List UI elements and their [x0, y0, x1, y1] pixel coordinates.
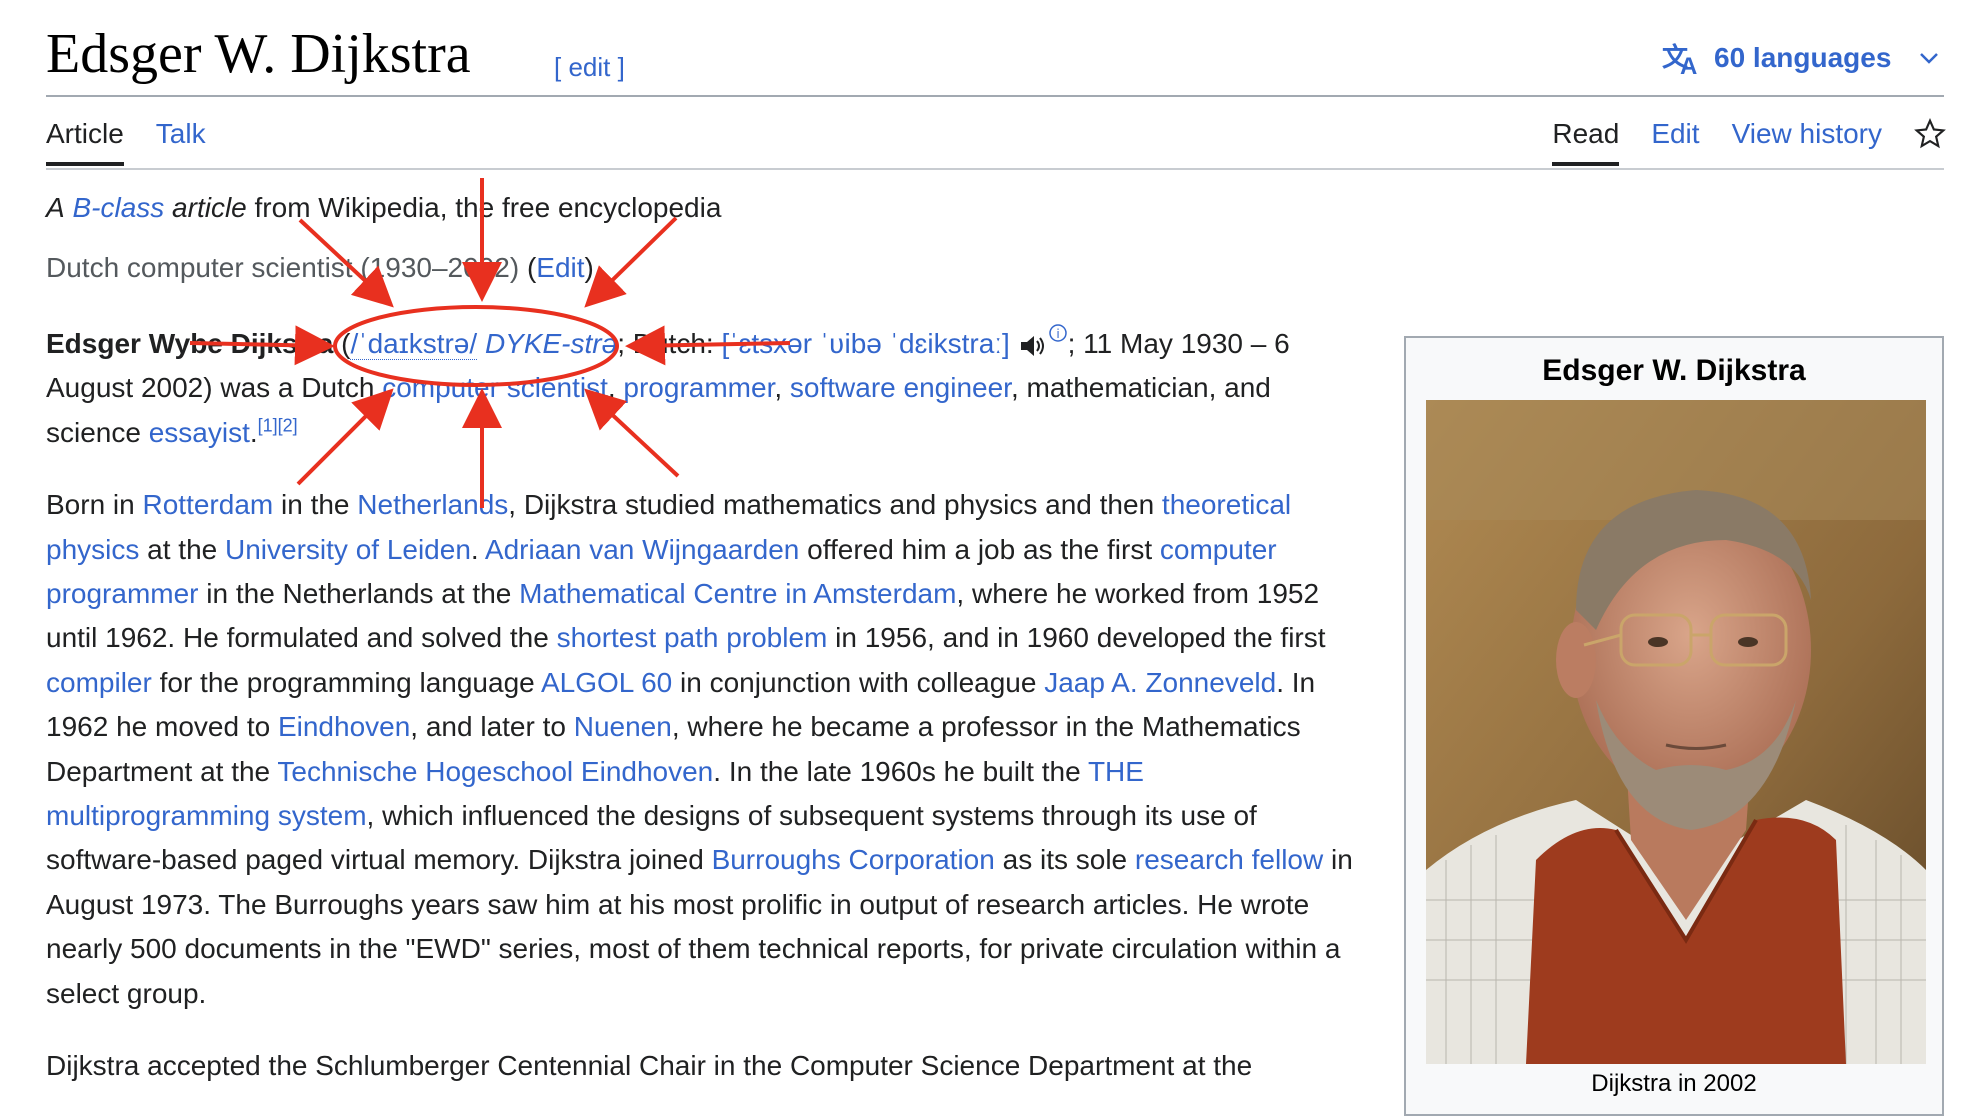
text-span: , and later to [410, 711, 566, 743]
text-span: at the [147, 533, 218, 565]
text-span: Dijkstra accepted the Schlumberger Cente… [46, 1050, 1253, 1082]
short-description: Dutch computer scientist (1930–2002) (Ed… [46, 252, 594, 284]
computer-scientist-link[interactable]: computer scientist [382, 372, 608, 403]
algol-link[interactable]: ALGOL 60 [541, 667, 672, 698]
info-icon[interactable]: i [1048, 323, 1068, 343]
leiden-link[interactable]: University of Leiden [225, 534, 471, 565]
edit-link-label: [ edit ] [554, 52, 625, 82]
chair-paragraph: Dijkstra accepted the Schlumberger Cente… [46, 1044, 1366, 1088]
portrait-illustration [1426, 400, 1926, 1064]
netherlands-link[interactable]: Netherlands [357, 489, 508, 520]
title-divider [46, 95, 1944, 97]
infobox-title: Edsger W. Dijkstra [1542, 354, 1806, 387]
wijngaarden-link[interactable]: Adriaan van Wijngaarden [485, 534, 799, 565]
compiler-link[interactable]: compiler [46, 667, 152, 698]
languages-button[interactable]: 文 A 60 languages [1662, 40, 1941, 76]
article-body: Edsger Wybe Dijkstra (/ˈdaɪkstrə/ DYKE-s… [46, 322, 1366, 1117]
page-title: Edsger W. Dijkstra [46, 23, 471, 85]
text-span: as its sole [1002, 844, 1128, 876]
infobox: Edsger W. Dijkstra Dijkstra in 2002 [1404, 336, 1944, 1116]
dutch-label: ; Dutch: [617, 328, 714, 359]
essayist-link[interactable]: essayist [149, 417, 250, 448]
tab-view-history[interactable]: View history [1732, 118, 1882, 166]
tab-article[interactable]: Article [46, 118, 124, 166]
short-description-text: Dutch computer scientist (1930–2002) [46, 252, 520, 283]
infobox-caption: Dijkstra in 2002 [1591, 1070, 1757, 1097]
programmer-link[interactable]: programmer [623, 372, 774, 403]
text-span: . In the late 1960s he built the [713, 755, 1081, 787]
ipa-english-link[interactable]: /ˈdaɪkstrə/ [350, 328, 478, 360]
text-span: for the programming language [159, 666, 535, 698]
eindhoven-link[interactable]: Eindhoven [278, 711, 410, 742]
portrait-photo[interactable] [1426, 400, 1926, 1064]
text-span: in the [281, 489, 350, 521]
watch-star-icon[interactable] [1914, 118, 1946, 150]
tab-read[interactable]: Read [1552, 118, 1619, 166]
career-paragraph: Born in Rotterdam in the Netherlands, Di… [46, 483, 1366, 1016]
text-span: in the Netherlands at the [206, 578, 512, 610]
nuenen-link[interactable]: Nuenen [574, 711, 672, 742]
tagline-article: article [172, 192, 247, 223]
speaker-icon[interactable] [1018, 332, 1048, 360]
text-span: in conjunction with colleague [680, 666, 1037, 698]
tue-link[interactable]: Technische Hogeschool Eindhoven [277, 756, 713, 787]
short-description-edit-link[interactable]: (Edit) [527, 252, 594, 283]
b-class-link[interactable]: B-class [72, 192, 164, 223]
svg-text:i: i [1056, 327, 1059, 341]
mathematical-centre-link[interactable]: Mathematical Centre in Amsterdam [519, 578, 956, 609]
subject-name: Edsger Wybe Dijkstra [46, 328, 334, 359]
lead-paragraph: Edsger Wybe Dijkstra (/ˈdaɪkstrə/ DYKE-s… [46, 322, 1366, 455]
text-span: in 1956, and in 1960 developed the first [835, 622, 1326, 654]
languages-label: 60 languages [1714, 42, 1892, 73]
chevron-down-icon [1920, 53, 1939, 64]
site-tagline: A B-class article from Wikipedia, the fr… [46, 192, 721, 224]
shortest-path-link[interactable]: shortest path problem [557, 622, 828, 653]
tagline-a: A [46, 192, 65, 223]
tab-talk[interactable]: Talk [156, 118, 206, 166]
namespace-tabs: Article Talk [46, 118, 206, 166]
language-icon: 文 A [1662, 42, 1697, 76]
tabs-divider [46, 168, 1944, 170]
text-span: , Dijkstra studied mathematics and physi… [508, 489, 1155, 521]
annotation-arrow [584, 216, 678, 308]
title-edit-link[interactable]: [ edit ] [554, 52, 625, 83]
research-fellow-link[interactable]: research fellow [1135, 844, 1323, 875]
text-span: offered him a job as the first [807, 533, 1153, 565]
software-engineer-link[interactable]: software engineer [790, 372, 1011, 403]
view-tabs: Read Edit View history [1552, 118, 1946, 166]
text-span: . [470, 533, 479, 565]
ipa-dutch-link[interactable]: [ˈɛtsxər ˈʋibə ˈdɛikstraː] [721, 328, 1009, 359]
zonneveld-link[interactable]: Jaap A. Zonneveld [1044, 667, 1276, 698]
burroughs-link[interactable]: Burroughs Corporation [712, 844, 995, 875]
rotterdam-link[interactable]: Rotterdam [143, 489, 274, 520]
tab-edit[interactable]: Edit [1651, 118, 1699, 166]
respelling-link[interactable]: DYKE-strə [485, 328, 617, 359]
tagline-rest: from Wikipedia, the free encyclopedia [254, 192, 722, 223]
text-span: Born in [46, 489, 135, 521]
reference-links[interactable]: [1][2] [258, 415, 298, 435]
svg-text:A: A [1680, 53, 1697, 76]
paren-open: ( [333, 328, 351, 359]
